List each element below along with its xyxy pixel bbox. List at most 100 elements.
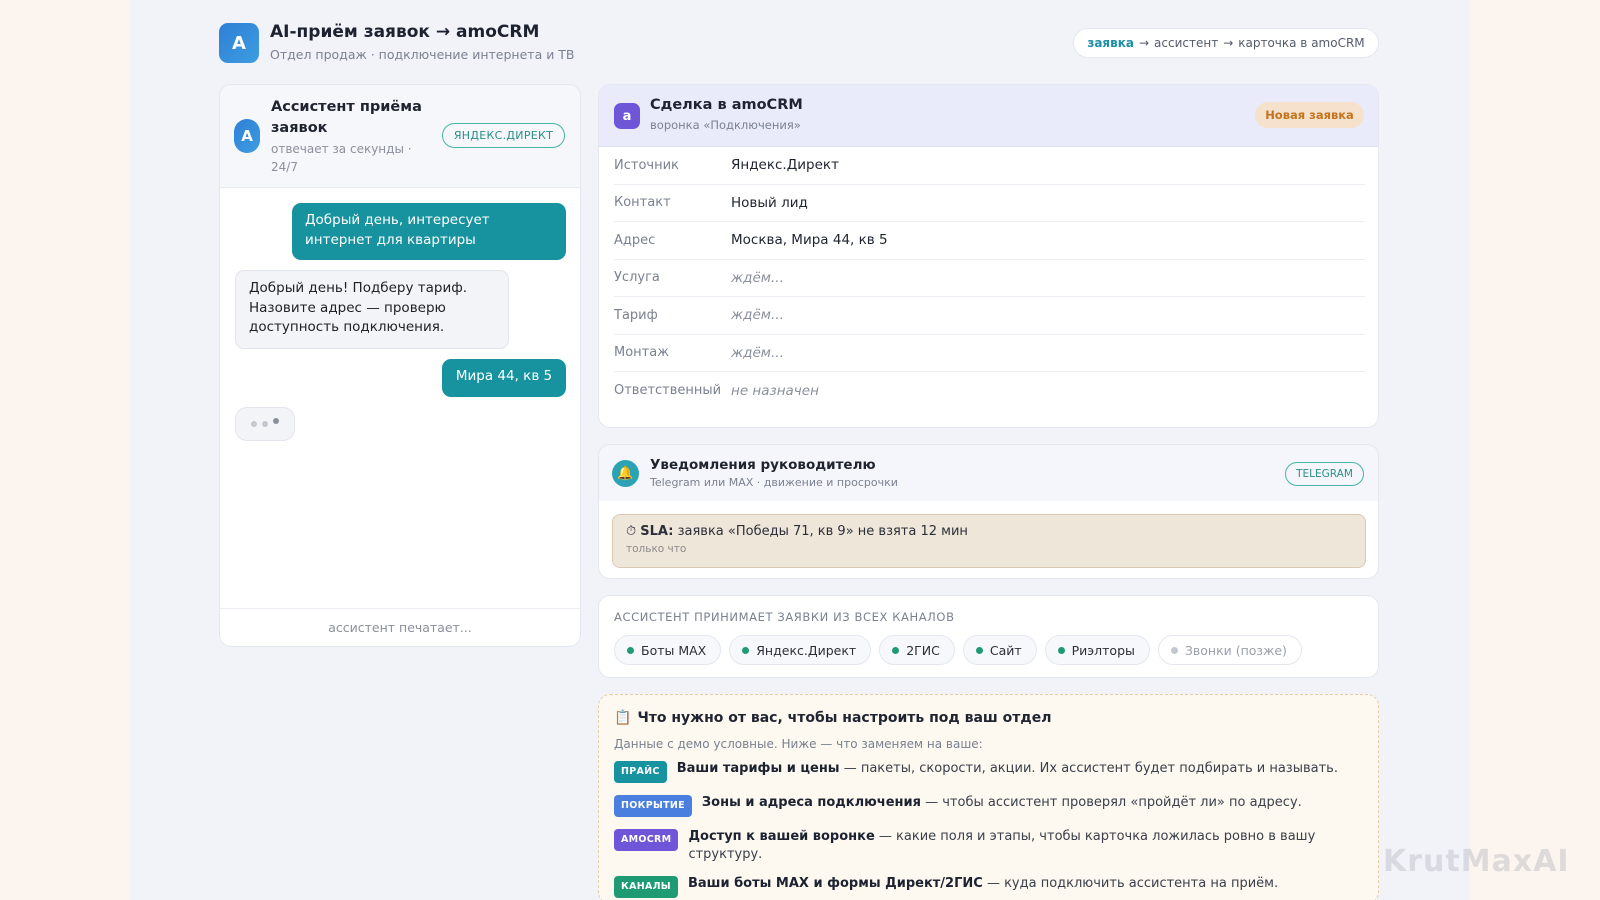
- requirement-tag: AMOCRM: [614, 829, 679, 851]
- requirement-text: Доступ к вашей воронке — какие поля и эт…: [688, 828, 1364, 864]
- channel-chip[interactable]: Яндекс.Директ: [729, 635, 872, 665]
- requirement-tag: ПОКРЫТИЕ: [614, 795, 692, 817]
- deal-field-row: Контакт Новый лид: [614, 185, 1365, 222]
- deal-field-row: Тариф ждём...: [614, 297, 1365, 335]
- channel-label: Яндекс.Директ: [756, 642, 857, 658]
- channels-panel: АССИСТЕНТ ПРИНИМАЕТ ЗАЯВКИ ИЗ ВСЕХ КАНАЛ…: [598, 595, 1379, 678]
- channel-label: Риэлторы: [1071, 642, 1135, 658]
- field-label: Монтаж: [614, 345, 669, 361]
- channel-label: Сайт: [989, 642, 1022, 658]
- requirement-bold: Ваши боты MAX и формы Директ/2ГИС: [687, 876, 983, 891]
- notifications-panel: 🔔 Уведомления руководителю Telegram или …: [598, 444, 1379, 579]
- requirement-tag: ПРАЙС: [614, 761, 667, 783]
- channels-list: Боты MAX Яндекс.Директ 2ГИС Сайт Риэлтор…: [614, 635, 1302, 665]
- requirement-text: Ваши боты MAX и формы Директ/2ГИС — куда…: [688, 875, 1278, 893]
- requirement-bold: Зоны и адреса подключения: [701, 795, 921, 810]
- requirement-item: КАНАЛЫ Ваши боты MAX и формы Директ/2ГИС…: [614, 875, 1364, 898]
- deal-field-row: Ответственный не назначен: [614, 372, 1365, 410]
- typing-dot: [251, 421, 257, 427]
- sla-label: SLA:: [640, 524, 674, 539]
- assistant-avatar: A: [234, 119, 260, 153]
- flow-step-assistant: ассистент: [1154, 36, 1219, 50]
- chat-status-footer: ассистент печатает...: [220, 608, 580, 646]
- field-label: Источник: [614, 157, 679, 173]
- deal-field-row: Источник Яндекс.Директ: [614, 147, 1365, 185]
- requirements-panel: 📋 Что нужно от вас, чтобы настроить под …: [598, 694, 1379, 900]
- field-value: Яндекс.Директ: [731, 157, 839, 174]
- channel-chip[interactable]: 2ГИС: [879, 635, 955, 665]
- requirement-item: ПРАЙС Ваши тарифы и цены — пакеты, скоро…: [614, 760, 1364, 783]
- requirements-list: ПРАЙС Ваши тарифы и цены — пакеты, скоро…: [614, 760, 1364, 900]
- field-value: Москва, Мира 44, кв 5: [731, 232, 888, 249]
- channel-label: 2ГИС: [906, 642, 940, 658]
- chat-message-user: Мира 44, кв 5: [442, 359, 566, 397]
- requirement-text: Зоны и адреса подключения — чтобы ассист…: [702, 794, 1302, 812]
- chat-header: A Ассистент приёма заявок отвечает за се…: [220, 85, 580, 188]
- status-dot: [1057, 646, 1065, 654]
- watermark: KrutMaxAI: [1383, 844, 1570, 879]
- channel-chip[interactable]: Боты MAX: [614, 635, 722, 665]
- typing-dot: [273, 418, 279, 424]
- requirement-tag: КАНАЛЫ: [614, 876, 678, 898]
- requirement-item: AMOCRM Доступ к вашей воронке — какие по…: [614, 828, 1364, 864]
- channel-chip[interactable]: Сайт: [962, 635, 1037, 665]
- source-badge: ЯНДЕКС.ДИРЕКТ: [442, 123, 565, 148]
- sla-timestamp: только что: [626, 543, 687, 555]
- requirement-text: Ваши тарифы и цены — пакеты, скорости, а…: [677, 760, 1338, 778]
- status-dot: [975, 646, 983, 654]
- chat-subtitle: отвечает за секунды · 24/7: [271, 142, 412, 174]
- field-value: ждём...: [731, 344, 784, 361]
- field-value: не назначен: [731, 382, 819, 399]
- deal-field-row: Услуга ждём...: [614, 260, 1365, 297]
- deal-header: a Сделка в amoCRM воронка «Подключения» …: [599, 85, 1378, 147]
- sla-text: заявка «Победы 71, кв 9» не взята 12 мин: [677, 524, 968, 539]
- typing-dot: [262, 421, 268, 427]
- typing-indicator: [235, 407, 295, 441]
- chat-title: Ассистент приёма заявок: [271, 99, 422, 136]
- deal-field-row: Адрес Москва, Мира 44, кв 5: [614, 222, 1365, 260]
- requirement-desc: — пакеты, скорости, акции. Их ассистент …: [839, 761, 1338, 776]
- status-dot: [742, 646, 750, 654]
- deal-fields: Источник Яндекс.Директ Контакт Новый лид…: [614, 147, 1365, 410]
- requirement-bold: Доступ к вашей воронке: [688, 829, 875, 844]
- field-label: Контакт: [614, 195, 671, 211]
- requirement-item: ПОКРЫТИЕ Зоны и адреса подключения — что…: [614, 794, 1364, 817]
- field-label: Ответственный: [614, 383, 722, 399]
- flow-arrow-1: →: [1138, 36, 1150, 50]
- channel-label: Звонки (позже): [1184, 642, 1287, 658]
- timer-icon: ⏱: [626, 524, 637, 539]
- channel-chip[interactable]: Риэлторы: [1044, 635, 1150, 665]
- chat-panel: A Ассистент приёма заявок отвечает за се…: [219, 84, 581, 647]
- bell-icon: 🔔: [612, 460, 639, 487]
- field-value: ждём...: [731, 307, 784, 324]
- amocrm-icon: a: [614, 103, 640, 129]
- flow-arrow-2: →: [1223, 36, 1234, 50]
- requirements-title: 📋 Что нужно от вас, чтобы настроить под …: [614, 710, 1051, 726]
- app-logo: A: [219, 23, 259, 63]
- deal-field-row: Монтаж ждём...: [614, 335, 1365, 372]
- notifications-subtitle: Telegram или MAX · движение и просрочки: [650, 476, 898, 489]
- status-dot: [1170, 646, 1178, 654]
- chat-message-bot: Добрый день! Подберу тариф. Назовите адр…: [235, 270, 509, 349]
- flow-breadcrumb: заявка → ассистент → карточка в amoCRM: [1073, 28, 1379, 58]
- flow-step-request: заявка: [1087, 36, 1134, 50]
- status-dot: [892, 646, 900, 654]
- telegram-badge: TELEGRAM: [1285, 462, 1364, 486]
- deal-card: a Сделка в amoCRM воронка «Подключения» …: [598, 84, 1379, 428]
- field-label: Услуга: [614, 270, 660, 286]
- page-subtitle: Отдел продаж · подключение интернета и Т…: [270, 47, 575, 62]
- field-value: ждём...: [731, 269, 784, 286]
- deal-status-badge: Новая заявка: [1255, 102, 1364, 128]
- page-title: AI-приём заявок → amoCRM: [270, 22, 540, 42]
- sla-line: ⏱ SLA: заявка «Победы 71, кв 9» не взята…: [626, 524, 1352, 539]
- requirement-bold: Ваши тарифы и цены: [676, 761, 840, 776]
- sla-alert: ⏱ SLA: заявка «Победы 71, кв 9» не взята…: [612, 514, 1366, 568]
- deal-title: Сделка в amoCRM: [650, 97, 803, 113]
- notifications-title: Уведомления руководителю: [650, 457, 876, 473]
- requirements-title-text: Что нужно от вас, чтобы настроить под ва…: [637, 710, 1052, 726]
- chat-message-user: Добрый день, интересует интернет для ква…: [292, 203, 566, 260]
- channels-title: АССИСТЕНТ ПРИНИМАЕТ ЗАЯВКИ ИЗ ВСЕХ КАНАЛ…: [614, 610, 955, 624]
- notifications-header: 🔔 Уведомления руководителю Telegram или …: [599, 445, 1378, 501]
- channel-chip-disabled[interactable]: Звонки (позже): [1157, 635, 1302, 665]
- deal-pipeline: воронка «Подключения»: [650, 118, 801, 132]
